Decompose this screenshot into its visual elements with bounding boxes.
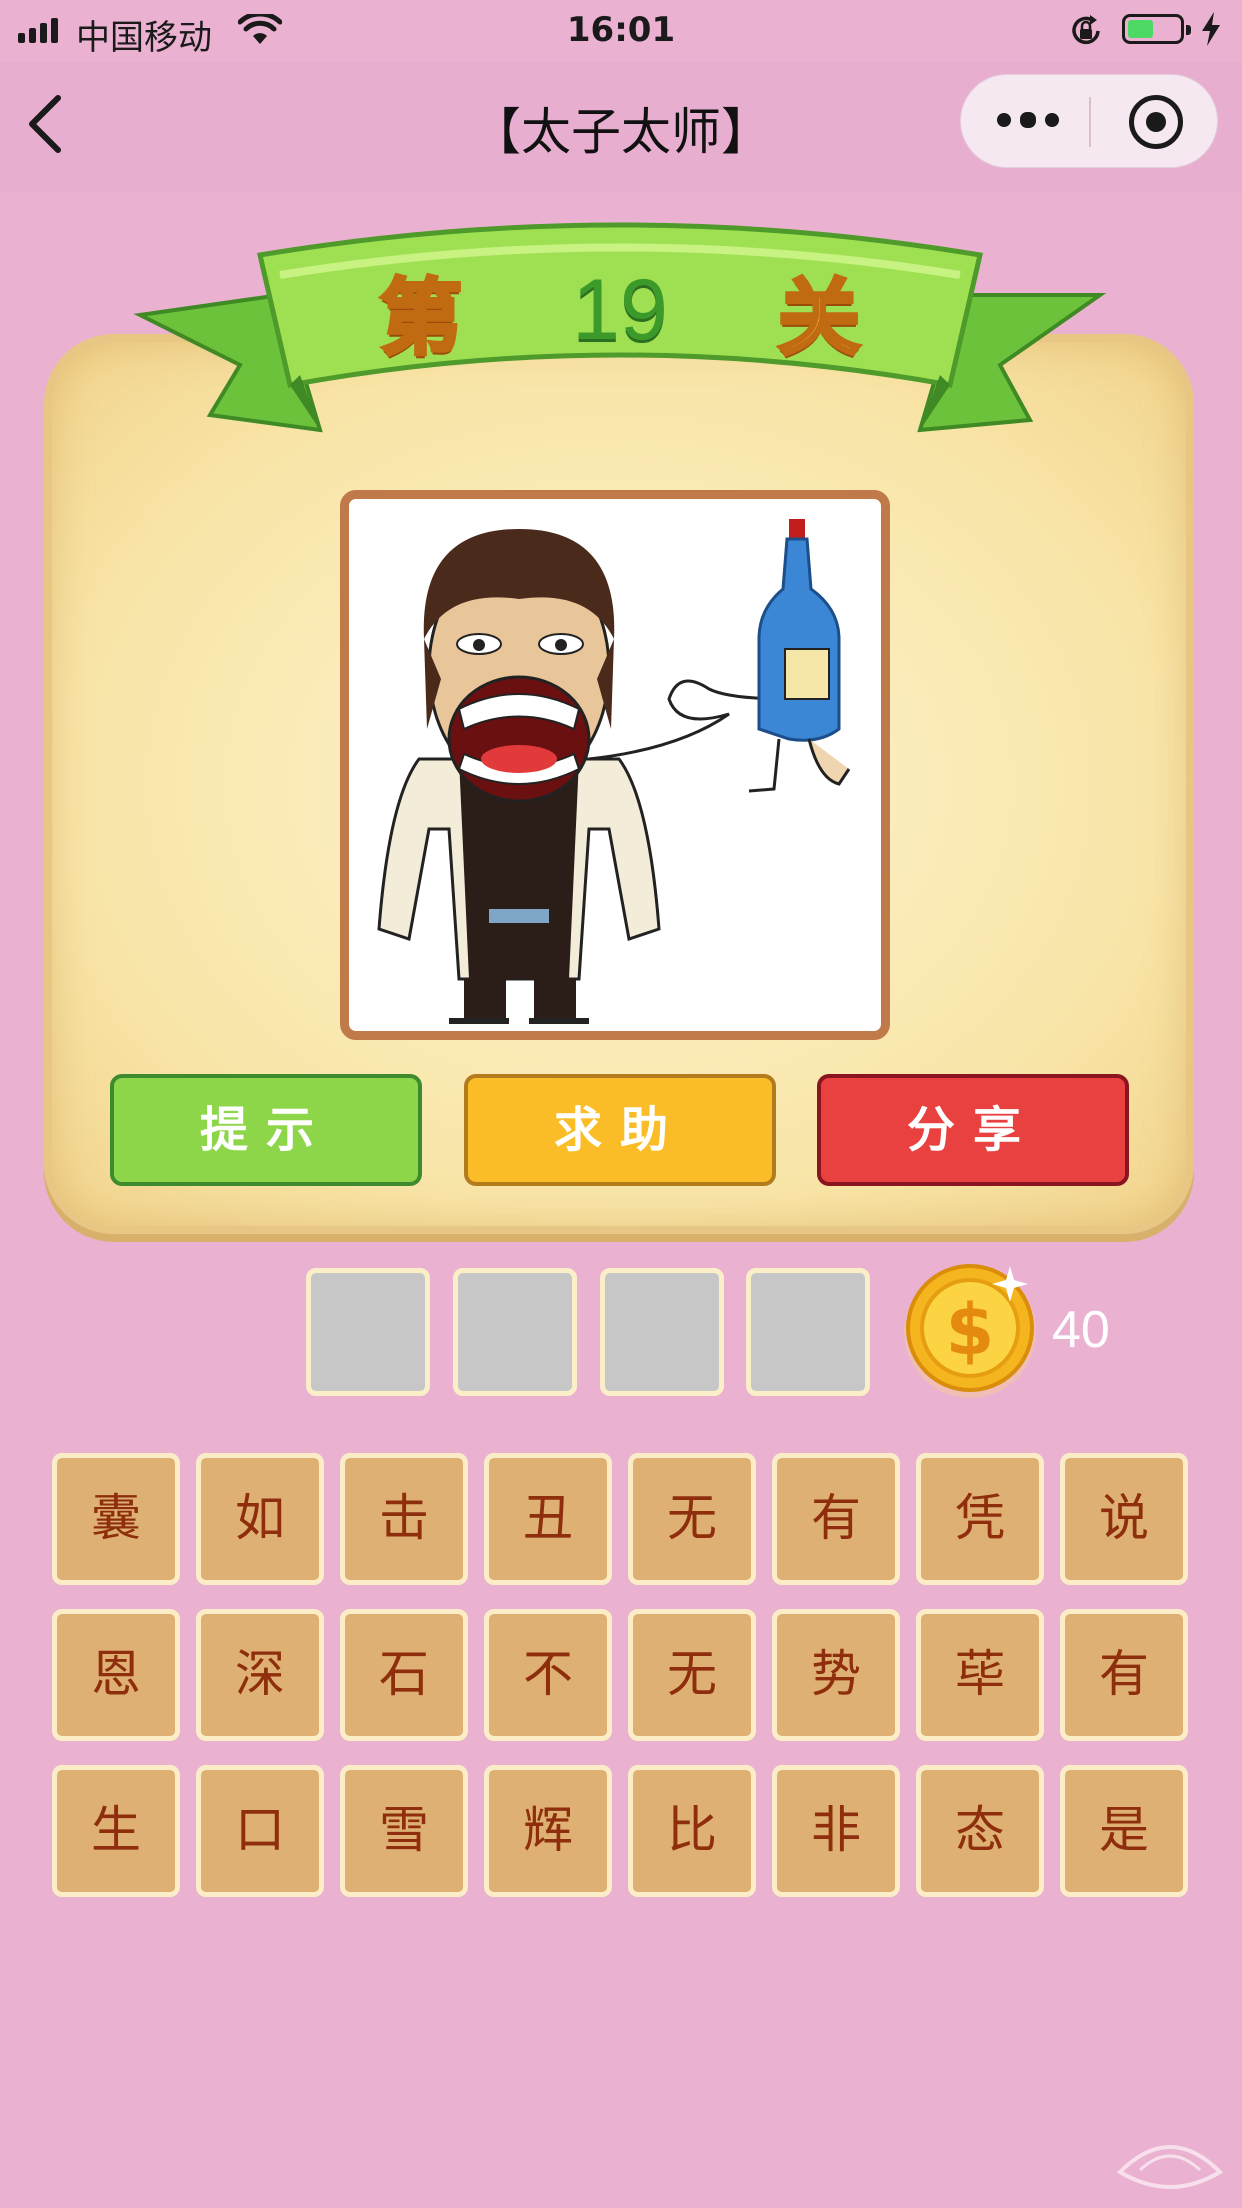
tile[interactable]: 石 [340,1609,468,1741]
coin-count: 40 [1052,1301,1110,1359]
tile[interactable]: 有 [1060,1609,1188,1741]
tile[interactable]: 态 [916,1765,1044,1897]
more-dots-icon[interactable] [997,112,1059,128]
cartoon-man-bottle-illustration [377,519,851,1024]
charging-icon [1202,12,1220,46]
tile[interactable]: 比 [628,1765,756,1897]
svg-text:$: $ [946,1289,995,1371]
capsule-divider [1089,97,1091,147]
puzzle-image [340,490,890,1040]
tile[interactable]: 势 [772,1609,900,1741]
nav-bar: 【太子太师】 [0,62,1242,192]
answer-slot-2[interactable] [453,1268,577,1396]
tile[interactable]: 生 [52,1765,180,1897]
tile[interactable]: 雪 [340,1765,468,1897]
tile[interactable]: 恩 [52,1609,180,1741]
tile[interactable]: 辉 [484,1765,612,1897]
tile[interactable]: 击 [340,1453,468,1585]
level-suffix: 关 [776,269,862,368]
level-number: 19 [572,261,668,358]
answer-slot-3[interactable] [600,1268,724,1396]
tile[interactable]: 口 [196,1765,324,1897]
tile[interactable]: 说 [1060,1453,1188,1585]
tile[interactable]: 无 [628,1453,756,1585]
tile[interactable]: 囊 [52,1453,180,1585]
hint-button[interactable]: 提示 [110,1074,422,1186]
tile[interactable]: 无 [628,1609,756,1741]
tile[interactable]: 是 [1060,1765,1188,1897]
level-prefix: 第 [378,269,464,368]
mini-program-capsule [960,74,1218,168]
watermark-logo [1116,2145,1224,2189]
answer-slot-1[interactable] [306,1268,430,1396]
tile[interactable]: 深 [196,1609,324,1741]
level-indicator: 第 19 关 [378,255,862,368]
battery-icon [1122,14,1191,44]
tile[interactable]: 凭 [916,1453,1044,1585]
tile[interactable]: 有 [772,1453,900,1585]
tile[interactable]: 荜 [916,1609,1044,1741]
status-bar: 中国移动 16:01 [0,0,1242,62]
tile[interactable]: 不 [484,1609,612,1741]
tile[interactable]: 非 [772,1765,900,1897]
tile[interactable]: 如 [196,1453,324,1585]
share-button[interactable]: 分享 [817,1074,1129,1186]
rotation-lock-icon [1072,15,1100,45]
clock: 16:01 [566,10,676,50]
coin-icon: $ [904,1264,1036,1398]
tile[interactable]: 丑 [484,1453,612,1585]
answer-slot-4[interactable] [746,1268,870,1396]
help-button[interactable]: 求助 [464,1074,776,1186]
target-close-icon[interactable] [1129,95,1183,149]
